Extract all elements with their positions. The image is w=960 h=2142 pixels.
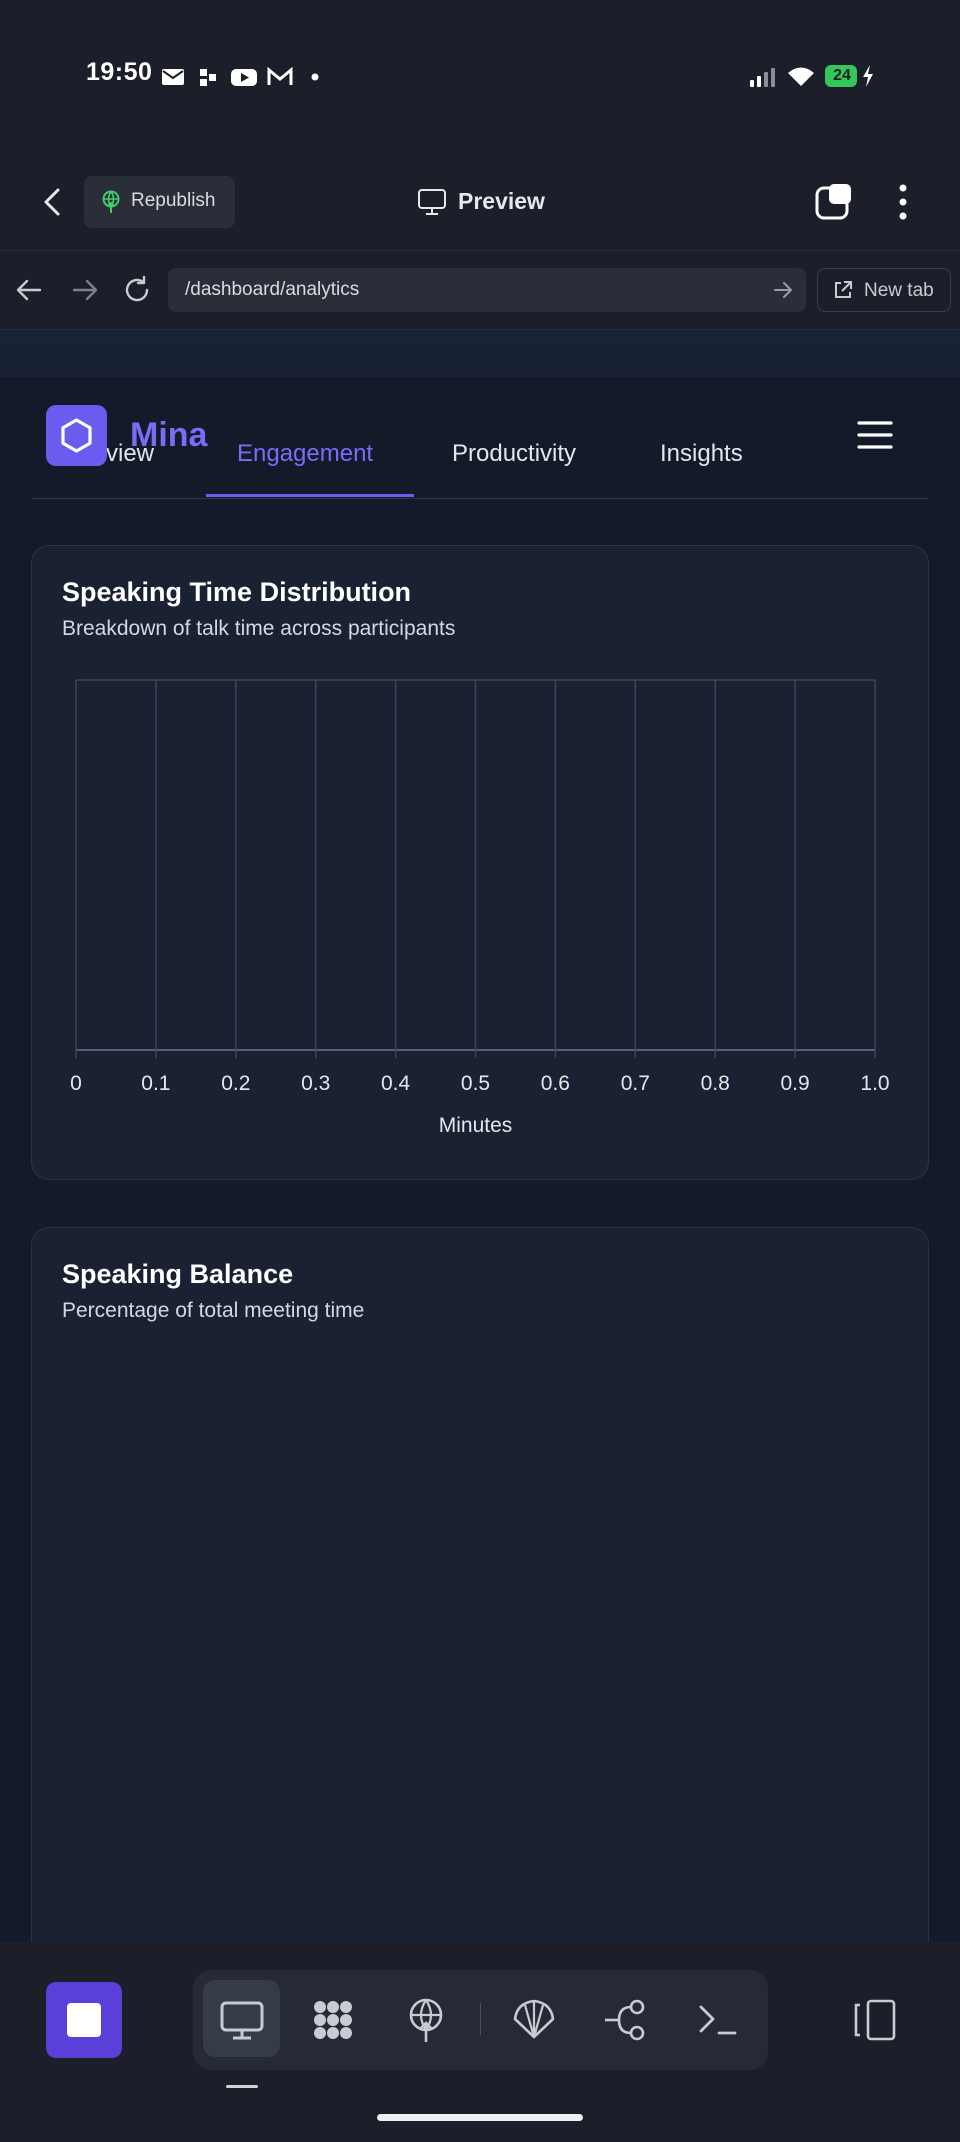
x-tick-label: 0.9 <box>780 1072 809 1095</box>
gmail-icon <box>267 66 293 85</box>
tab-insights[interactable]: Insights <box>660 440 743 468</box>
x-tick-label: 0.3 <box>301 1072 330 1095</box>
status-time: 19:50 <box>86 58 153 86</box>
balance-title: Speaking Balance <box>62 1259 294 1289</box>
shell-tool-icon[interactable] <box>509 1995 559 2045</box>
youtube-icon <box>231 69 257 86</box>
url-text[interactable]: /dashboard/analytics <box>185 279 359 301</box>
distribution-title: Speaking Time Distribution <box>62 577 412 607</box>
signal-icon <box>750 68 775 87</box>
sidebar-toggle-icon[interactable] <box>850 1997 900 2043</box>
dot-icon <box>311 73 319 81</box>
x-tick-label: 0 <box>70 1072 82 1095</box>
x-tick-label: 0.6 <box>541 1072 570 1095</box>
x-tick-label: 0.2 <box>221 1072 250 1095</box>
globe-upload-icon <box>102 190 120 213</box>
external-link-icon <box>835 281 852 298</box>
balance-subtitle: Percentage of total meeting time <box>62 1299 365 1322</box>
stop-icon <box>67 2003 101 2037</box>
menu-icon[interactable] <box>857 420 893 450</box>
more-options-icon[interactable] <box>890 182 916 222</box>
go-arrow-icon[interactable] <box>772 280 794 300</box>
wifi-icon <box>788 67 814 86</box>
tabs-divider <box>31 498 929 499</box>
republish-label: Republish <box>131 190 216 211</box>
x-tick-label: 0.8 <box>701 1072 730 1095</box>
preview-title: Preview <box>458 188 545 214</box>
browser-back-icon[interactable] <box>14 277 44 303</box>
x-tick-label: 0.1 <box>141 1072 170 1095</box>
x-tick-label: 0.5 <box>461 1072 490 1095</box>
tabs-icon[interactable] <box>815 182 853 222</box>
x-tick-label: 0.7 <box>621 1072 650 1095</box>
back-icon[interactable] <box>38 184 68 220</box>
new-tab-label: New tab <box>864 280 934 301</box>
publish-tool-icon[interactable] <box>401 1995 451 2045</box>
x-tick-label: 1.0 <box>860 1072 889 1095</box>
charging-icon <box>863 65 873 87</box>
browser-forward-icon[interactable] <box>70 277 100 303</box>
x-tick-label: 0.4 <box>381 1072 411 1095</box>
monitor-tool-icon[interactable] <box>217 1995 267 2045</box>
tab-engagement[interactable]: Engagement <box>237 440 373 468</box>
speaking-balance-card <box>31 1227 929 1987</box>
speaking-time-chart: 0 0.1 0.2 0.3 0.4 0.5 0.6 0.7 0.8 0.9 1.0 Minutes <box>70 679 890 1137</box>
tool-separator <box>480 2003 481 2035</box>
mail-icon <box>162 69 184 85</box>
app-icon <box>200 69 216 86</box>
distribution-subtitle: Breakdown of talk time across participan… <box>62 617 456 640</box>
active-tool-indicator <box>226 2085 258 2088</box>
terminal-tool-icon[interactable] <box>693 1995 743 2045</box>
active-tab-indicator <box>206 494 414 497</box>
x-axis-label: Minutes <box>439 1114 513 1137</box>
hexagon-logo-icon <box>61 418 92 453</box>
monitor-icon <box>418 189 446 215</box>
tab-productivity[interactable]: Productivity <box>452 440 576 468</box>
home-indicator[interactable] <box>377 2114 583 2121</box>
brand-name[interactable]: Mina <box>130 416 207 455</box>
grid-tool-icon[interactable] <box>308 1995 358 2045</box>
branch-tool-icon[interactable] <box>601 1995 651 2045</box>
refresh-icon[interactable] <box>122 275 152 305</box>
battery-level: 24 <box>833 67 851 84</box>
